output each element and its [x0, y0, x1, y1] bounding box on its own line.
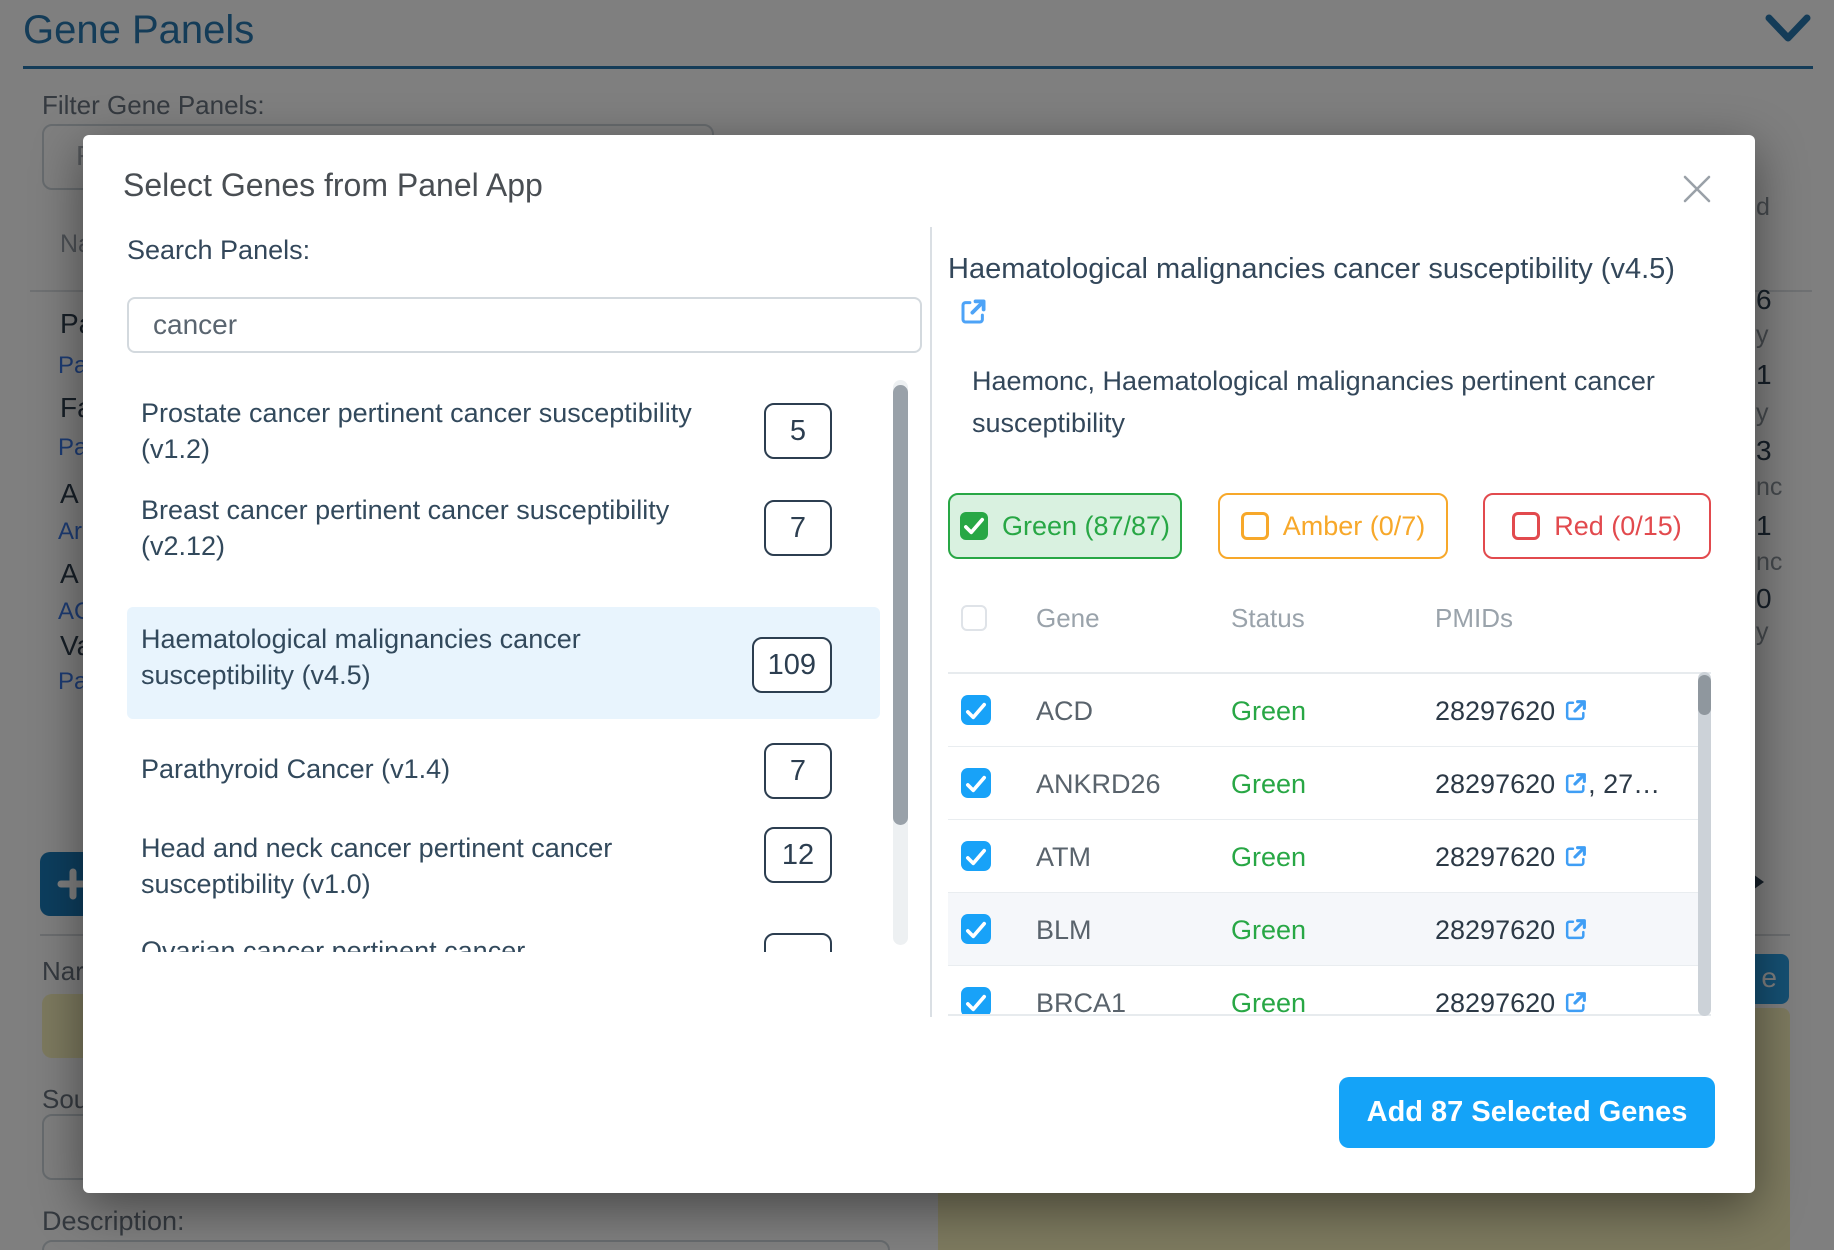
row-checkbox-checked[interactable]: [961, 695, 991, 725]
modal-title: Select Genes from Panel App: [123, 167, 543, 204]
column-header-pmids: PMIDs: [1435, 603, 1513, 634]
pmid-value: 28297620: [1435, 696, 1555, 726]
column-header-gene: Gene: [1036, 603, 1100, 634]
checkbox-checked-icon: [960, 512, 988, 540]
panel-list-item[interactable]: Head and neck cancer pertinent cancer su…: [127, 815, 880, 902]
gene-table-row[interactable]: ANKRD26 Green 28297620 , 27…: [948, 747, 1711, 820]
gene-name: ACD: [1036, 696, 1093, 727]
gene-name: ATM: [1036, 842, 1091, 873]
external-link-icon[interactable]: [1563, 771, 1588, 803]
pmid-value: 28297620: [1435, 842, 1555, 872]
panel-detail-title: Haematological malignancies cancer susce…: [948, 247, 1688, 341]
external-link-icon[interactable]: [958, 296, 988, 341]
panel-list-scrollbar-thumb[interactable]: [893, 385, 908, 825]
panel-list-item[interactable]: Ovarian cancer pertinent cancer: [127, 925, 880, 952]
pmid-value: 28297620: [1435, 769, 1555, 799]
external-link-icon[interactable]: [1563, 844, 1588, 876]
row-checkbox-checked[interactable]: [961, 914, 991, 944]
pane-divider: [930, 227, 932, 1017]
pmid-value: 28297620: [1435, 915, 1555, 945]
select-genes-modal: Select Genes from Panel App Search Panel…: [83, 135, 1755, 1193]
panel-name: Head and neck cancer pertinent cancer su…: [141, 830, 741, 902]
gene-table-scrollbar-track[interactable]: [1698, 672, 1711, 1016]
gene-name: BRCA1: [1036, 988, 1126, 1016]
search-panels-label: Search Panels:: [127, 235, 310, 266]
row-checkbox-checked[interactable]: [961, 768, 991, 798]
panel-list-item-selected[interactable]: Haematological malignancies cancer susce…: [127, 607, 880, 719]
panel-list-item[interactable]: Prostate cancer pertinent cancer suscept…: [127, 395, 880, 467]
filter-green-label: Green (87/87): [1002, 511, 1170, 542]
pmid-value: 28297620: [1435, 988, 1555, 1016]
gene-count-badge: [764, 933, 832, 952]
checkbox-empty-icon: [1512, 512, 1540, 540]
gene-status: Green: [1231, 915, 1306, 946]
gene-status: Green: [1231, 842, 1306, 873]
panel-name: Prostate cancer pertinent cancer suscept…: [141, 395, 741, 467]
gene-name: ANKRD26: [1036, 769, 1161, 800]
gene-count-badge: 12: [764, 827, 832, 883]
panel-detail-pane: Haematological malignancies cancer susce…: [948, 135, 1715, 1193]
gene-name: BLM: [1036, 915, 1092, 946]
page: Gene Panels Filter Gene Panels: F Na Pa …: [0, 0, 1834, 1250]
gene-table: ACD Green 28297620 ANKRD26 Green 2829762…: [948, 672, 1711, 1016]
panel-name: Ovarian cancer pertinent cancer: [141, 933, 741, 952]
select-all-checkbox[interactable]: [961, 605, 987, 631]
gene-table-row[interactable]: BLM Green 28297620: [948, 893, 1711, 966]
row-checkbox-checked[interactable]: [961, 987, 991, 1016]
gene-table-row[interactable]: BRCA1 Green 28297620: [948, 966, 1711, 1016]
panel-detail-subtitle: Haemonc, Haematological malignancies per…: [972, 360, 1672, 444]
filter-green-button[interactable]: Green (87/87): [948, 493, 1182, 559]
search-panels-input[interactable]: [127, 297, 922, 353]
gene-table-scrollbar-thumb[interactable]: [1698, 675, 1711, 715]
gene-table-row[interactable]: ATM Green 28297620: [948, 820, 1711, 893]
gene-status: Green: [1231, 769, 1306, 800]
row-checkbox-checked[interactable]: [961, 841, 991, 871]
gene-count-badge: 5: [764, 403, 832, 459]
gene-count-badge: 109: [752, 637, 832, 693]
pmid-extra: , 27…: [1588, 769, 1660, 799]
panel-name: Haematological malignancies cancer susce…: [141, 621, 741, 693]
filter-red-label: Red (0/15): [1554, 511, 1682, 542]
panel-name: Parathyroid Cancer (v1.4): [141, 751, 741, 787]
column-header-status: Status: [1231, 603, 1305, 634]
panel-name: Breast cancer pertinent cancer susceptib…: [141, 492, 741, 564]
external-link-icon[interactable]: [1563, 698, 1588, 730]
gene-count-badge: 7: [764, 743, 832, 799]
gene-status: Green: [1231, 696, 1306, 727]
panel-detail-title-text: Haematological malignancies cancer susce…: [948, 253, 1675, 285]
gene-table-row[interactable]: ACD Green 28297620: [948, 674, 1711, 747]
external-link-icon[interactable]: [1563, 917, 1588, 949]
checkbox-empty-icon: [1241, 512, 1269, 540]
gene-count-badge: 7: [764, 500, 832, 556]
panel-list-item[interactable]: Parathyroid Cancer (v1.4) 7: [127, 735, 880, 787]
panel-list-item[interactable]: Breast cancer pertinent cancer susceptib…: [127, 492, 880, 564]
filter-red-button[interactable]: Red (0/15): [1483, 493, 1711, 559]
gene-status: Green: [1231, 988, 1306, 1016]
filter-amber-label: Amber (0/7): [1283, 511, 1426, 542]
filter-amber-button[interactable]: Amber (0/7): [1218, 493, 1448, 559]
panel-list: Prostate cancer pertinent cancer suscept…: [127, 375, 908, 952]
external-link-icon[interactable]: [1563, 990, 1588, 1016]
add-selected-genes-button[interactable]: Add 87 Selected Genes: [1339, 1077, 1715, 1148]
